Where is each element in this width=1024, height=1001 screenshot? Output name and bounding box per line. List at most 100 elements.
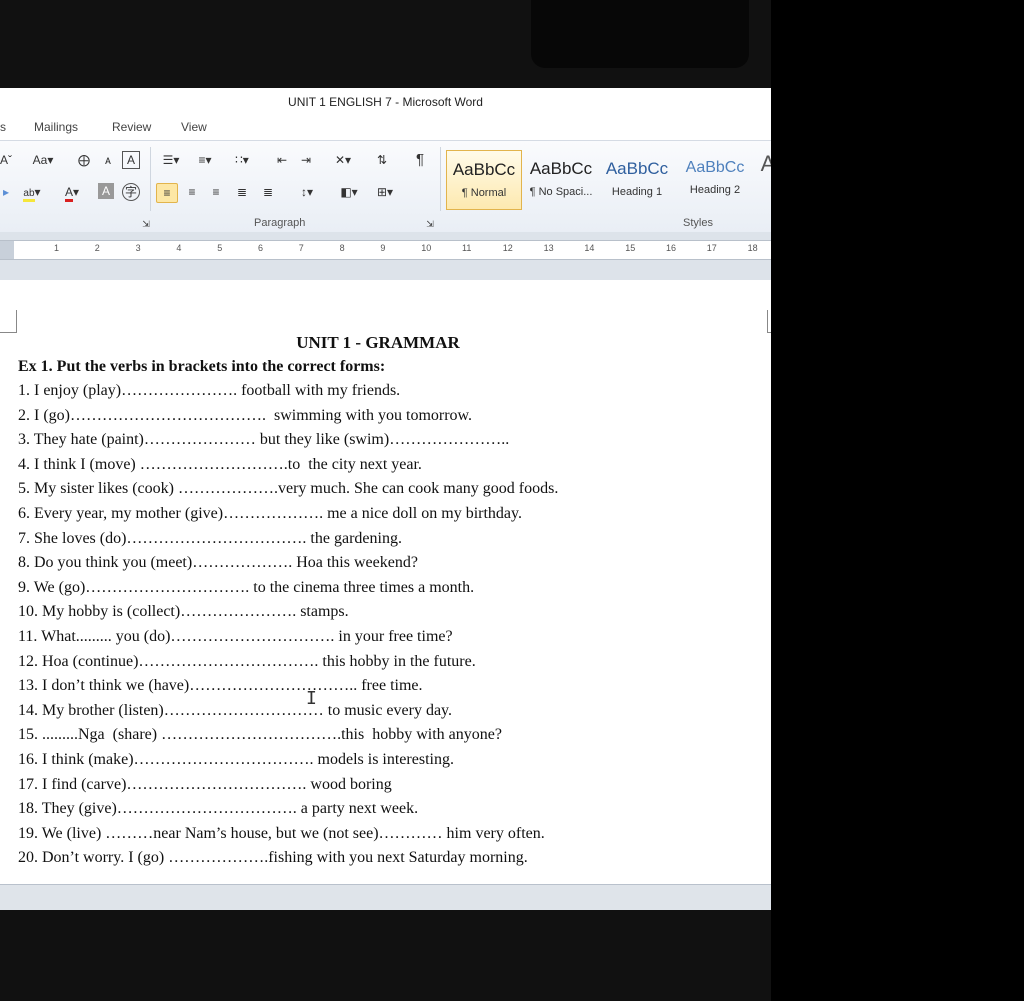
ruler-number: 4 xyxy=(176,243,182,253)
ruler-number: 14 xyxy=(584,243,595,253)
exercise-line: 2. I (go)………………………………. swimming with you… xyxy=(18,406,473,424)
style-title-partial-icon[interactable]: A xyxy=(758,153,771,175)
style-heading-1[interactable]: AaBbCc Heading 1 xyxy=(600,150,674,208)
align-center-button[interactable]: ≡ xyxy=(182,183,202,201)
exercise-lines: 1. I enjoy (play)…………………. football with … xyxy=(18,379,758,871)
exercise-line: 12. Hoa (continue)……………………………. this hobb… xyxy=(18,652,476,670)
clear-formatting-icon[interactable]: ⨁ xyxy=(74,151,94,169)
font-color-button[interactable]: A▾ xyxy=(60,183,84,202)
enclose-characters-icon[interactable]: 字 xyxy=(122,183,140,201)
ruler-number: 6 xyxy=(258,243,264,253)
decrease-indent-icon[interactable]: ⇤ xyxy=(272,151,292,169)
ruler-number: 18 xyxy=(747,243,758,253)
screen-edge xyxy=(771,0,1024,1001)
exercise-line: 5. My sister likes (cook) ……………….very mu… xyxy=(18,480,559,498)
exercise-line: 10. My hobby is (collect)…………………. stamps… xyxy=(18,603,349,621)
tab-review[interactable]: Review xyxy=(112,120,151,134)
align-right-button[interactable]: ≡ xyxy=(206,183,226,201)
group-separator xyxy=(150,147,151,211)
exercise-line: 1. I enjoy (play)…………………. football with … xyxy=(18,382,401,399)
exercise-line: 6. Every year, my mother (give)………………. m… xyxy=(18,504,522,522)
style-no-spacing[interactable]: AaBbCc ¶ No Spaci... xyxy=(524,150,598,208)
exercise-line: 14. My brother (listen)………………………… to mus… xyxy=(18,701,453,719)
ruler-number: 3 xyxy=(135,243,141,253)
style-sample: AaBbCc xyxy=(452,160,516,179)
ruler-number: 1 xyxy=(54,243,60,253)
phonetic-guide-icon[interactable]: ᴀ xyxy=(98,151,118,169)
character-border-icon[interactable]: A xyxy=(122,151,140,169)
increase-indent-icon[interactable]: ⇥ xyxy=(296,151,316,169)
multilevel-list-icon[interactable]: ∷▾ xyxy=(228,151,256,169)
show-hide-marks-icon[interactable]: ¶ xyxy=(410,151,430,169)
paragraph-launcher-icon[interactable]: ⇲ xyxy=(420,215,440,233)
tab-mailings[interactable]: Mailings xyxy=(34,120,78,134)
ribbon-tabs: s Mailings Review View xyxy=(0,116,771,140)
numbering-icon[interactable]: ≡▾ xyxy=(192,151,218,169)
change-case-label: Aa xyxy=(32,153,48,167)
change-case-button[interactable]: Aa▾ xyxy=(30,151,56,169)
exercise-line: 9. We (go)…………………………. to the cinema thre… xyxy=(18,578,475,596)
character-shading-icon[interactable]: A xyxy=(98,183,114,199)
ruler-number: 17 xyxy=(706,243,717,253)
paragraph-group-label: Paragraph xyxy=(254,217,306,229)
tab-view[interactable]: View xyxy=(181,120,207,134)
exercise-line: 4. I think I (move) ……………………….to the cit… xyxy=(18,455,422,473)
style-sample: AaBbCc xyxy=(605,159,669,178)
word-window: UNIT 1 ENGLISH 7 - Microsoft Word s Mail… xyxy=(0,88,771,910)
font-color-icon: A xyxy=(64,185,73,202)
horizontal-ruler[interactable]: 1 2 3 4 5 6 7 8 9 10 11 12 13 14 15 16 17 18 xyxy=(0,240,771,260)
style-name: ¶ No Spaci... xyxy=(529,186,593,198)
style-name: Heading 2 xyxy=(689,184,741,196)
document-title: UNIT 1 - GRAMMAR xyxy=(296,333,460,352)
asian-layout-icon[interactable]: ✕▾ xyxy=(330,151,356,169)
margin-corner-mark xyxy=(767,310,771,333)
scroll-area xyxy=(0,884,771,910)
grow-font-icon[interactable]: Aˇ xyxy=(0,151,16,169)
highlighter-icon: ab xyxy=(23,188,35,202)
exercise-line: 3. They hate (paint)………………… but they lik… xyxy=(18,431,510,449)
style-sample: AaBbCc xyxy=(685,159,745,176)
exercise-title: Ex 1. Put the verbs in brackets into the… xyxy=(18,358,386,375)
exercise-line: 20. Don’t worry. I (go) ……………….fishing w… xyxy=(18,849,528,867)
ruler-number: 8 xyxy=(339,243,345,253)
distributed-button[interactable]: ≣ xyxy=(258,183,278,201)
exercise-line: 11. What......... you (do)…………………………. in… xyxy=(18,627,453,645)
style-name: ¶ Normal xyxy=(461,187,507,199)
justify-button[interactable]: ≣ xyxy=(232,183,252,201)
window-title: UNIT 1 ENGLISH 7 - Microsoft Word xyxy=(0,88,771,116)
font-launcher-icon[interactable]: ⇲ xyxy=(136,215,156,233)
style-name: Heading 1 xyxy=(611,186,663,198)
ruler-area: 1 2 3 4 5 6 7 8 9 10 11 12 13 14 15 16 17 18 xyxy=(0,232,771,280)
ruler-number: 16 xyxy=(666,243,677,253)
text-cursor-icon: I xyxy=(306,688,317,709)
line-spacing-icon[interactable]: ↕▾ xyxy=(294,183,320,201)
ruler-number: 13 xyxy=(543,243,554,253)
ruler-number: 15 xyxy=(625,243,636,253)
bullets-icon[interactable]: ☰▾ xyxy=(158,151,184,169)
exercise-line: 19. We (live) ………near Nam’s house, but w… xyxy=(18,824,545,842)
text-effects-icon[interactable]: ▸ xyxy=(0,183,16,201)
exercise-line: 8. Do you think you (meet)………………. Hoa th… xyxy=(18,554,418,572)
ruler-number: 12 xyxy=(502,243,513,253)
ruler-number: 11 xyxy=(462,243,472,253)
exercise-line: 16. I think (make)……………………………. models is… xyxy=(18,750,454,768)
ribbon: Aˇ Aa▾ ⨁ ᴀ A ▸ ab▾ A▾ A 字 ☰▾ ≡▾ ∷▾ ⇤ ⇥ ✕… xyxy=(0,140,771,234)
shading-bucket-icon[interactable]: ◧▾ xyxy=(336,183,362,201)
exercise-line: 7. She loves (do)……………………………. the garden… xyxy=(18,529,402,547)
styles-group-label: Styles xyxy=(683,217,713,229)
ruler-margin xyxy=(0,241,14,259)
borders-icon[interactable]: ⊞▾ xyxy=(372,183,398,201)
group-separator xyxy=(440,147,441,211)
highlight-color-button[interactable]: ab▾ xyxy=(20,183,44,202)
document-page[interactable]: UNIT 1 - GRAMMAR Ex 1. Put the verbs in … xyxy=(0,280,771,884)
style-heading-2[interactable]: AaBbCc Heading 2 xyxy=(678,150,752,208)
ruler-number: 9 xyxy=(380,243,386,253)
style-normal[interactable]: AaBbCc ¶ Normal xyxy=(446,150,522,210)
ruler-number: 7 xyxy=(298,243,304,253)
exercise-line: 13. I don’t think we (have)………………………….. … xyxy=(18,677,423,695)
document-body[interactable]: UNIT 1 - GRAMMAR Ex 1. Put the verbs in … xyxy=(18,330,758,871)
align-left-button[interactable]: ≡ xyxy=(156,183,178,203)
sort-icon[interactable]: ⇅ xyxy=(372,151,392,169)
tab-partial[interactable]: s xyxy=(0,120,6,134)
ruler-number: 5 xyxy=(217,243,223,253)
